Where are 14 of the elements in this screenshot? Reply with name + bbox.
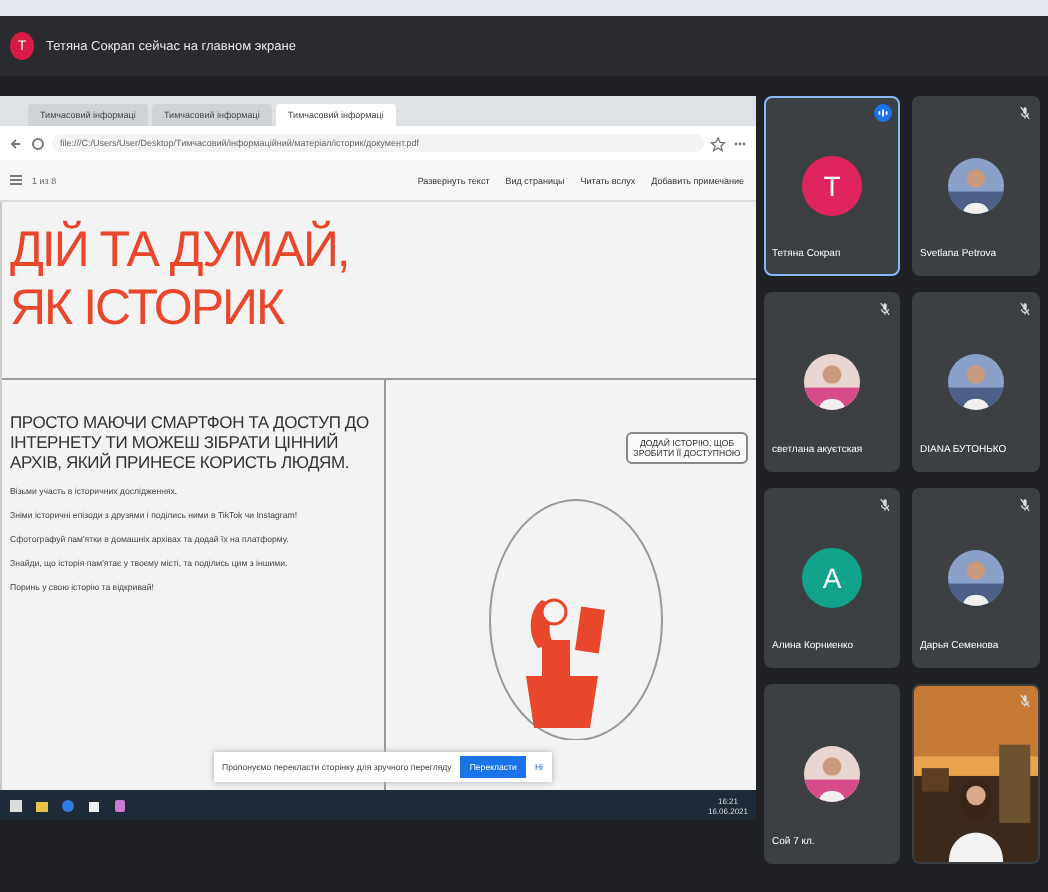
page-heading: ДІЙ ТА ДУМАЙ, [10,222,351,280]
menu-icon[interactable] [8,172,24,188]
reload-icon[interactable] [30,135,46,151]
page-heading: ЯК ІСТОРИК [10,280,287,338]
browser-icon[interactable] [60,797,76,813]
back-icon[interactable] [8,135,24,151]
app-icon[interactable] [112,797,128,813]
lead-text: ПРОСТО МАЮЧИ СМАРТФОН ТА ДОСТУП ДО ІНТЕРНЕТУ ТИ МОЖЕШ ЗІБРАТИ ЦІННИЙ АРХІВ, ЯКИЙ ПРИНЕСЕ КОРИСТЬ ЛЮДЯМ. [10,412,371,472]
folder-icon[interactable] [34,797,50,813]
star-icon[interactable] [710,135,726,151]
participant-avatar: A [802,548,862,608]
speaking-icon [874,104,892,122]
participant-avatar: T [802,156,862,216]
start-icon[interactable] [8,797,24,813]
